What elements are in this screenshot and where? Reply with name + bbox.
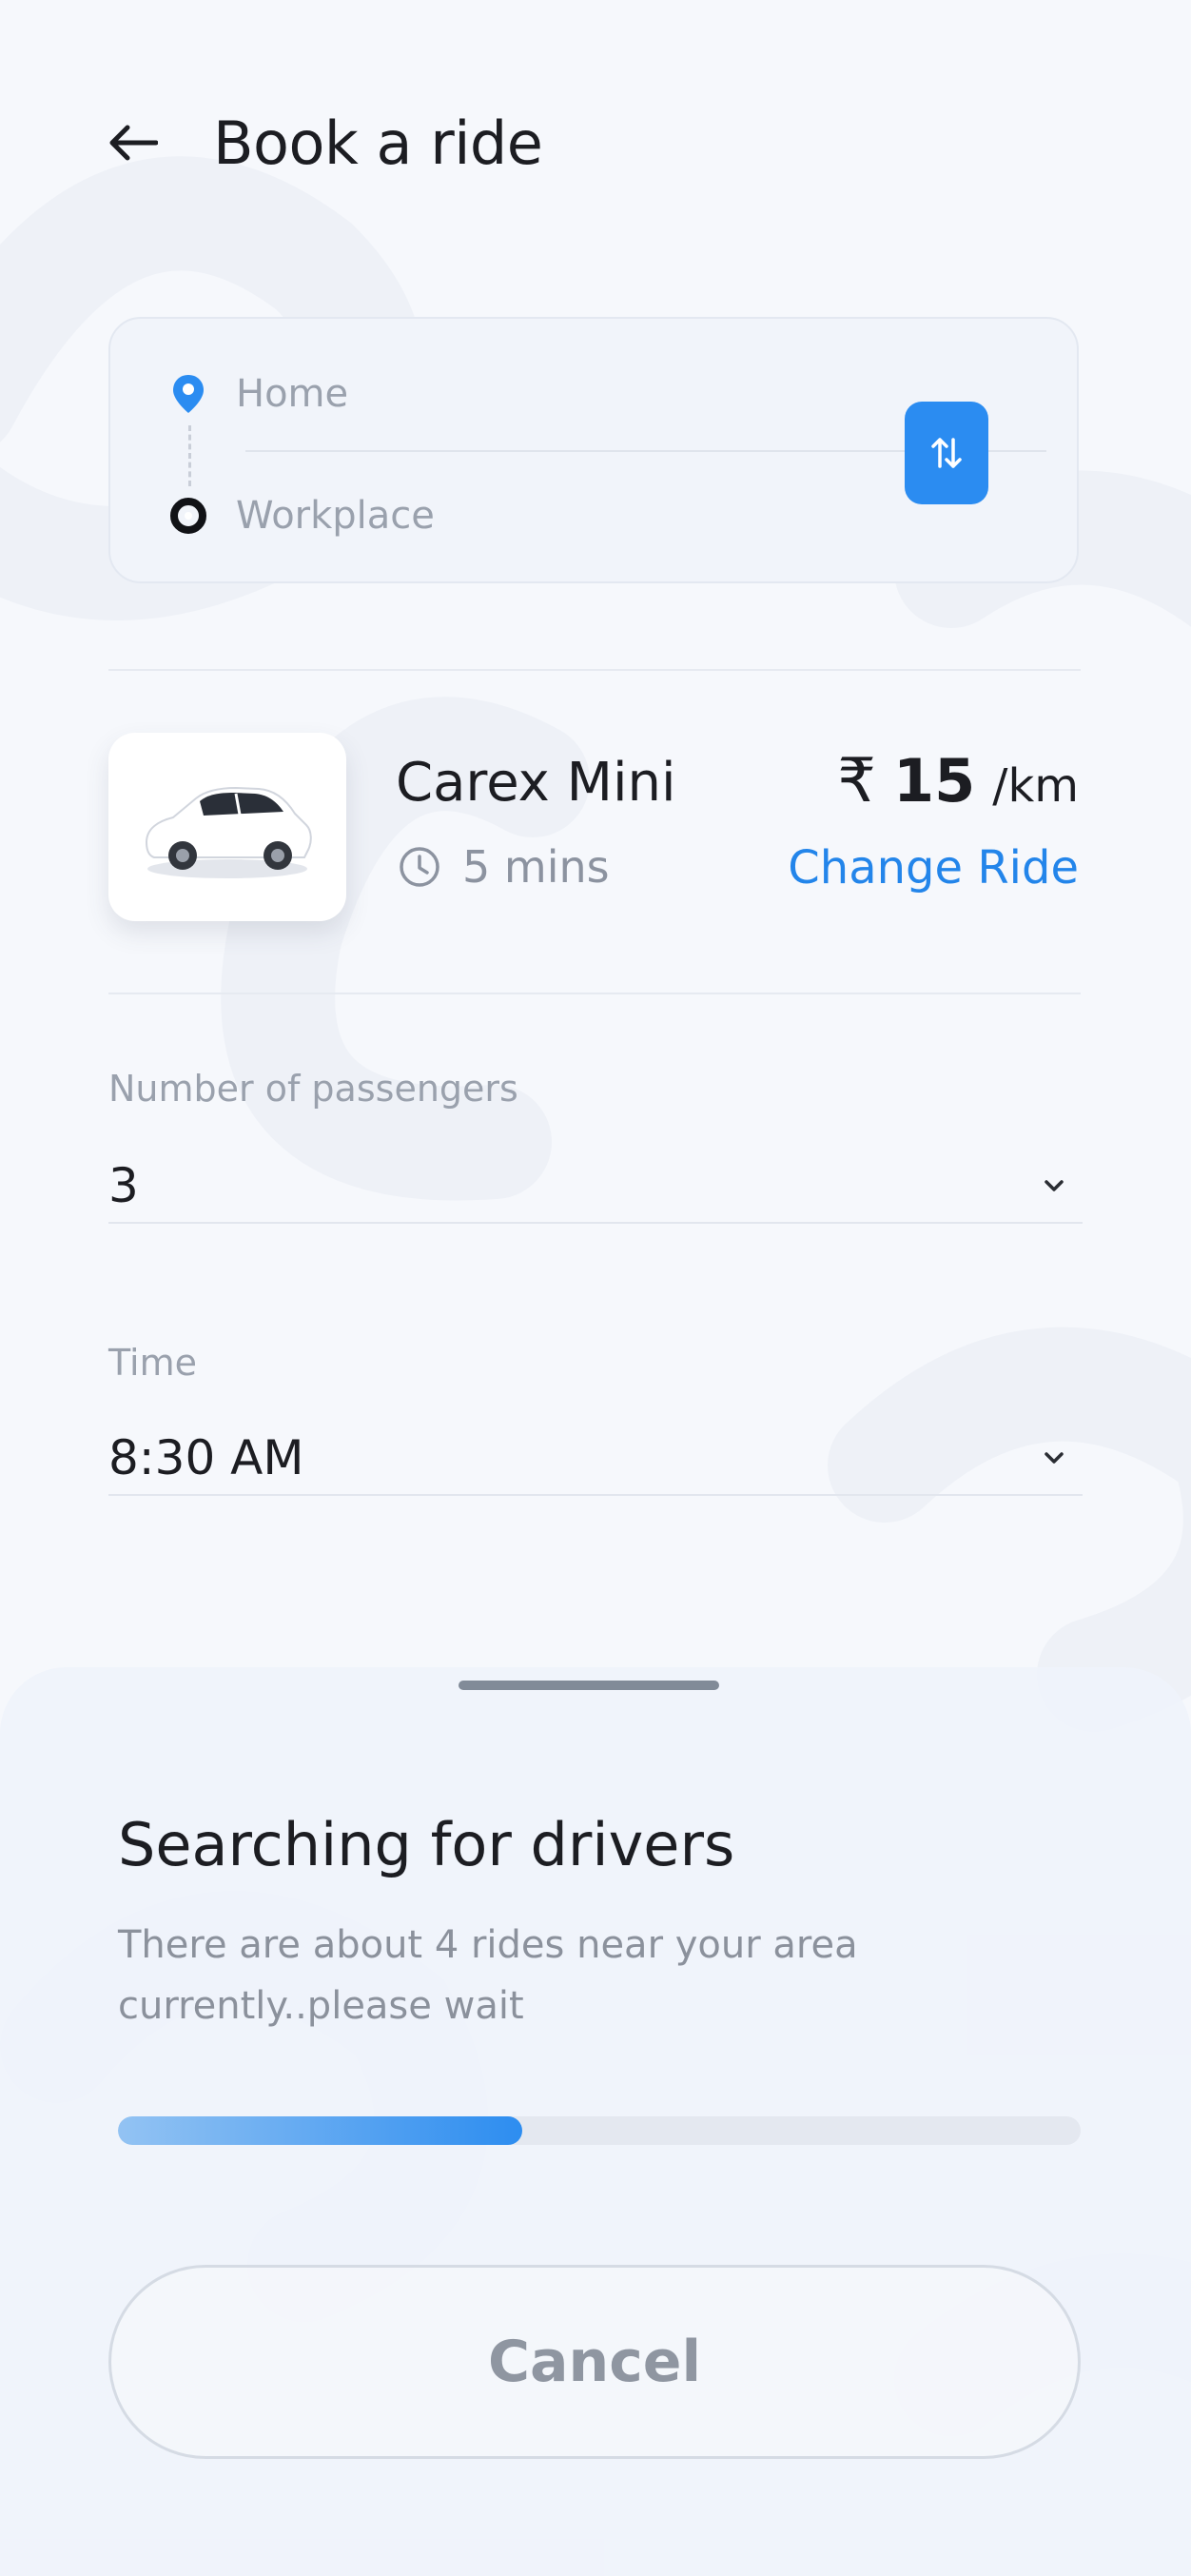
ride-price: ₹ 15 /km	[837, 746, 1079, 816]
passengers-select[interactable]: 3	[108, 1150, 1083, 1224]
sheet-subtitle: There are about 4 rides near your area c…	[118, 1915, 974, 2036]
time-select[interactable]: 8:30 AM	[108, 1422, 1083, 1496]
pickup-location: Home	[236, 372, 349, 416]
change-ride-link[interactable]: Change Ride	[788, 841, 1079, 895]
divider	[108, 993, 1081, 994]
header: Book a ride	[107, 105, 543, 181]
route-connector	[188, 425, 191, 486]
divider	[108, 669, 1081, 671]
clock-icon	[400, 847, 439, 887]
car-thumbnail	[108, 733, 346, 921]
price-unit: /km	[992, 759, 1079, 813]
searching-bottom-sheet: Searching for drivers There are about 4 …	[0, 1667, 1191, 2576]
car-icon	[145, 786, 312, 878]
search-progress-bar	[118, 2116, 1081, 2145]
dropoff-row[interactable]: Workplace	[169, 494, 435, 538]
time-value: 8:30 AM	[108, 1430, 304, 1485]
progress-fill	[118, 2116, 523, 2145]
sheet-drag-handle[interactable]	[459, 1681, 719, 1690]
location-pin-icon	[169, 373, 207, 415]
time-label: Time	[108, 1342, 197, 1384]
dropoff-location: Workplace	[236, 494, 435, 538]
chevron-down-icon	[1045, 1452, 1064, 1464]
eta-text: 5 mins	[462, 841, 610, 893]
ride-name: Carex Mini	[396, 752, 676, 814]
price-amount: 15	[892, 746, 976, 816]
pickup-row[interactable]: Home	[169, 372, 348, 416]
passengers-value: 3	[108, 1158, 139, 1213]
destination-circle-icon	[169, 495, 207, 537]
back-button[interactable]	[107, 114, 164, 171]
swap-locations-button[interactable]	[905, 402, 988, 504]
cancel-label: Cancel	[487, 2329, 702, 2395]
page-title: Book a ride	[213, 108, 543, 178]
swap-vertical-icon	[931, 438, 962, 468]
sheet-title: Searching for drivers	[118, 1810, 735, 1879]
arrow-left-icon	[109, 125, 158, 161]
ride-eta: 5 mins	[398, 841, 610, 893]
subtitle-line: currently..please wait	[118, 1984, 524, 2028]
passengers-label: Number of passengers	[108, 1068, 518, 1110]
rupee-icon: ₹	[837, 746, 876, 816]
route-card: Home Workplace	[108, 317, 1079, 583]
subtitle-line: There are about 4 rides near your area	[118, 1923, 858, 1967]
chevron-down-icon	[1045, 1180, 1064, 1191]
cancel-button[interactable]: Cancel	[108, 2265, 1081, 2459]
